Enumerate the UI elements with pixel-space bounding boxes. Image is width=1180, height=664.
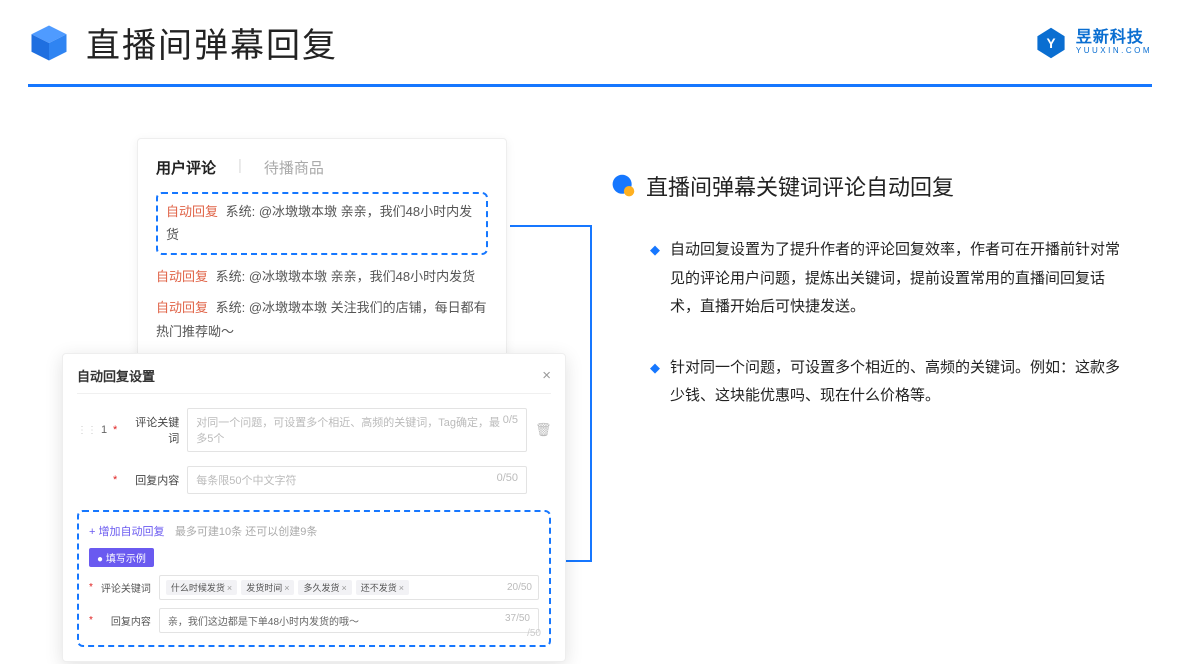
example-reply-label: 回复内容 bbox=[101, 613, 151, 628]
cube-icon bbox=[28, 22, 70, 64]
diamond-icon: ◆ bbox=[650, 354, 660, 411]
row-index: ⋮⋮ 1 bbox=[77, 424, 105, 436]
keyword-row: ⋮⋮ 1 * 评论关键词 对同一个问题，可设置多个相近、高频的关键词，Tag确定… bbox=[77, 408, 551, 452]
tab-user-comments[interactable]: 用户评论 bbox=[156, 157, 216, 178]
example-keyword-row: * 评论关键词 什么时候发货× 发货时间× 多久发货× 还不发货× 20/50 bbox=[89, 575, 539, 600]
brand-sub: YUUXIN.COM bbox=[1076, 47, 1152, 56]
comments-card: 用户评论 | 待播商品 自动回复 系统: @冰墩墩本墩 亲亲，我们48小时内发货… bbox=[137, 138, 507, 366]
reply-count: 0/50 bbox=[497, 472, 518, 488]
example-reply-row: * 回复内容 亲，我们这边都是下单48小时内发货的哦～ 37/50 bbox=[89, 608, 539, 633]
drag-handle-icon[interactable]: ⋮⋮ bbox=[77, 425, 97, 436]
modal-title: 自动回复设置 bbox=[77, 366, 155, 385]
bubble-icon bbox=[610, 173, 636, 199]
example-keyword-label: 评论关键词 bbox=[101, 580, 151, 595]
auto-reply-badge: 自动回复 bbox=[166, 204, 218, 219]
brand-text: 昱新科技 YUUXIN.COM bbox=[1076, 29, 1152, 55]
auto-reply-settings-modal: 自动回复设置 × ⋮⋮ 1 * 评论关键词 对同一个问题，可设置多个相近、高频的… bbox=[62, 353, 566, 662]
auto-reply-badge: 自动回复 bbox=[156, 300, 208, 315]
tab-pending-products[interactable]: 待播商品 bbox=[264, 157, 324, 178]
page-title: 直播间弹幕回复 bbox=[86, 18, 338, 67]
overflow-count: /50 bbox=[527, 628, 541, 639]
reply-input[interactable]: 每条限50个中文字符 0/50 bbox=[187, 466, 527, 494]
add-note: 最多可建10条 还可以创建9条 bbox=[175, 526, 317, 538]
page-header: 直播间弹幕回复 Y 昱新科技 YUUXIN.COM bbox=[28, 18, 1152, 67]
screenshot-composite: 用户评论 | 待播商品 自动回复 系统: @冰墩墩本墩 亲亲，我们48小时内发货… bbox=[62, 138, 572, 628]
tab-separator: | bbox=[238, 157, 242, 178]
keyword-label: 评论关键词 bbox=[125, 414, 179, 446]
keyword-tag[interactable]: 发货时间× bbox=[241, 580, 294, 595]
connector-line bbox=[590, 225, 592, 560]
auto-reply-badge: 自动回复 bbox=[156, 269, 208, 284]
comment-row: 自动回复 系统: @冰墩墩本墩 亲亲，我们48小时内发货 bbox=[156, 265, 488, 288]
comment-row: 自动回复 系统: @冰墩墩本墩 关注我们的店铺，每日都有热门推荐呦～ bbox=[156, 296, 488, 343]
header-divider bbox=[28, 84, 1152, 87]
svg-text:Y: Y bbox=[1046, 36, 1055, 51]
diamond-icon: ◆ bbox=[650, 236, 660, 322]
example-tag-input[interactable]: 什么时候发货× 发货时间× 多久发货× 还不发货× 20/50 bbox=[159, 575, 539, 600]
required-mark: * bbox=[89, 582, 93, 593]
required-mark: * bbox=[113, 424, 117, 436]
header-left: 直播间弹幕回复 bbox=[28, 18, 338, 67]
point-text: 自动回复设置为了提升作者的评论回复效率，作者可在开播前针对常见的评论用户问题，提… bbox=[670, 236, 1130, 322]
example-box: + 增加自动回复 最多可建10条 还可以创建9条 ● 填写示例 * 评论关键词 … bbox=[77, 510, 551, 647]
required-mark: * bbox=[113, 474, 117, 486]
example-reply-input[interactable]: 亲，我们这边都是下单48小时内发货的哦～ 37/50 bbox=[159, 608, 539, 633]
example-kw-count: 20/50 bbox=[507, 582, 532, 593]
input-placeholder: 每条限50个中文字符 bbox=[196, 472, 296, 488]
keyword-tag[interactable]: 多久发货× bbox=[298, 580, 351, 595]
keyword-count: 0/5 bbox=[503, 414, 518, 446]
reply-label: 回复内容 bbox=[125, 472, 179, 488]
bullet-point: ◆ 针对同一个问题，可设置多个相近的、高频的关键词。例如：这款多少钱、这块能优惠… bbox=[610, 354, 1130, 411]
keyword-tag[interactable]: 还不发货× bbox=[356, 580, 409, 595]
brand: Y 昱新科技 YUUXIN.COM bbox=[1034, 26, 1152, 60]
add-auto-reply-link[interactable]: + 增加自动回复 bbox=[89, 526, 164, 538]
modal-header: 自动回复设置 × bbox=[77, 366, 551, 394]
example-reply-text: 亲，我们这边都是下单48小时内发货的哦～ bbox=[168, 613, 359, 628]
section-title: 直播间弹幕关键词评论自动回复 bbox=[646, 170, 954, 202]
description-panel: 直播间弹幕关键词评论自动回复 ◆ 自动回复设置为了提升作者的评论回复效率，作者可… bbox=[610, 170, 1130, 443]
example-reply-count: 37/50 bbox=[505, 613, 530, 628]
point-text: 针对同一个问题，可设置多个相近的、高频的关键词。例如：这款多少钱、这块能优惠吗、… bbox=[670, 354, 1130, 411]
input-placeholder: 对同一个问题，可设置多个相近、高频的关键词，Tag确定，最多5个 bbox=[196, 414, 502, 446]
tabs: 用户评论 | 待播商品 bbox=[156, 157, 488, 178]
section-head: 直播间弹幕关键词评论自动回复 bbox=[610, 170, 1130, 202]
reply-row: * 回复内容 每条限50个中文字符 0/50 bbox=[77, 466, 551, 494]
delete-icon[interactable]: 🗑 bbox=[535, 422, 551, 438]
tag-list: 什么时候发货× 发货时间× 多久发货× 还不发货× bbox=[166, 580, 409, 595]
brand-logo-icon: Y bbox=[1034, 26, 1068, 60]
comment-row: 自动回复 系统: @冰墩墩本墩 亲亲，我们48小时内发货 bbox=[166, 200, 478, 247]
bullet-point: ◆ 自动回复设置为了提升作者的评论回复效率，作者可在开播前针对常见的评论用户问题… bbox=[610, 236, 1130, 322]
highlighted-comment: 自动回复 系统: @冰墩墩本墩 亲亲，我们48小时内发货 bbox=[156, 192, 488, 255]
close-icon[interactable]: × bbox=[542, 367, 551, 384]
required-mark: * bbox=[89, 615, 93, 626]
example-badge: ● 填写示例 bbox=[89, 548, 154, 567]
keyword-tag[interactable]: 什么时候发货× bbox=[166, 580, 237, 595]
comment-text: 系统: @冰墩墩本墩 亲亲，我们48小时内发货 bbox=[216, 269, 476, 284]
keyword-input[interactable]: 对同一个问题，可设置多个相近、高频的关键词，Tag确定，最多5个 0/5 bbox=[187, 408, 527, 452]
brand-name: 昱新科技 bbox=[1076, 29, 1152, 47]
